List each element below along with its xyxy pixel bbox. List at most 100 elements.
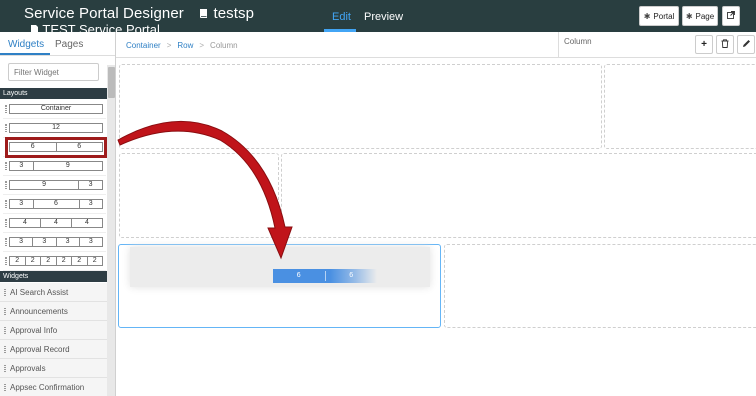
layout-cell: 4: [71, 219, 102, 227]
breadcrumb-separator: >: [166, 41, 172, 50]
drag-handle-icon[interactable]: [4, 384, 6, 391]
widget-label: Approval Info: [10, 326, 58, 335]
page-button-label: Page: [695, 11, 715, 21]
portal-button-label: Portal: [653, 11, 675, 21]
layout-cell: 2: [24, 257, 41, 265]
layout-2-2-2-2-2-2[interactable]: 2 2 2 2 2 2: [3, 252, 106, 271]
external-link-icon: [727, 11, 735, 21]
layout-cell: 2: [40, 257, 56, 265]
layout-cell: 4: [23, 219, 27, 226]
top-bar: Service Portal Designer testsp TEST Serv…: [0, 0, 756, 32]
layouts-section-header: Layouts: [0, 88, 107, 99]
gear-icon: ✱: [643, 11, 651, 21]
book-icon: [198, 5, 209, 22]
sidebar-tab-indicator: [0, 53, 50, 55]
layout-cell: 6: [32, 200, 79, 208]
delete-button[interactable]: [716, 35, 734, 54]
layout-cell: 3: [32, 238, 55, 246]
layout-9-3[interactable]: 9 3: [3, 176, 106, 195]
layout-4-4-4[interactable]: 4 4 4: [3, 214, 106, 233]
widget-item[interactable]: Approval Info: [0, 321, 107, 340]
sidebar-scroll-thumb[interactable]: [108, 67, 115, 98]
open-external-button[interactable]: [722, 6, 740, 26]
tab-pages[interactable]: Pages: [55, 39, 83, 50]
sidebar-scrollbar[interactable]: [107, 65, 115, 396]
drag-handle-icon[interactable]: [4, 327, 6, 334]
portal-name[interactable]: testsp: [213, 5, 254, 22]
drag-handle-icon[interactable]: [5, 257, 7, 265]
drop-column[interactable]: [604, 64, 756, 149]
highlighted-layout-box: [5, 137, 107, 158]
drag-handle-icon[interactable]: [4, 365, 6, 372]
portal-settings-button[interactable]: ✱ Portal: [639, 6, 679, 26]
tab-edit[interactable]: Edit: [332, 11, 351, 23]
document-icon: [30, 22, 42, 32]
app-title-text: Service Portal Designer: [24, 5, 184, 22]
widget-item[interactable]: Approval Record: [0, 340, 107, 359]
drop-column[interactable]: [119, 64, 602, 149]
widget-sidebar: Widgets Pages Layouts Container 12 6 6 3…: [0, 32, 116, 396]
drag-handle-icon[interactable]: [5, 162, 7, 170]
widgets-section-header: Widgets: [0, 271, 107, 282]
drag-handle-icon[interactable]: [5, 105, 7, 113]
layout-cell: 3: [19, 162, 24, 169]
pencil-icon: [742, 39, 751, 50]
dragged-layout-preview: 6 6: [273, 269, 377, 283]
widget-item[interactable]: Announcements: [0, 302, 107, 321]
layout-cell: 2: [71, 257, 87, 265]
edit-button[interactable]: [737, 35, 755, 54]
layout-3-3-3-3[interactable]: 3 3 3 3: [3, 233, 106, 252]
drop-column[interactable]: [444, 244, 756, 328]
widget-item[interactable]: Approvals: [0, 359, 107, 378]
layout-cell: Container: [40, 105, 72, 112]
widget-label: Appsec Confirmation: [10, 383, 85, 392]
tab-widgets[interactable]: Widgets: [8, 39, 44, 50]
drag-handle-icon[interactable]: [4, 289, 6, 296]
drop-column[interactable]: [281, 153, 756, 238]
drag-handle-icon[interactable]: [5, 200, 7, 208]
sidebar-tabs: Widgets Pages: [0, 32, 115, 56]
layout-cell: 3: [78, 200, 103, 208]
widget-label: AI Search Assist: [10, 288, 69, 297]
layout-12[interactable]: 12: [3, 119, 106, 138]
layout-cell: 3: [55, 238, 79, 246]
filter-widget-input[interactable]: [8, 63, 99, 81]
layout-cell: 3: [19, 238, 24, 245]
drop-column[interactable]: [119, 153, 279, 238]
preview-cell: 6: [324, 271, 378, 281]
layout-3-6-3[interactable]: 3 6 3: [3, 195, 106, 214]
drag-handle-icon[interactable]: [5, 238, 7, 246]
preview-cell: 6: [296, 272, 301, 279]
layout-container[interactable]: Container: [3, 100, 106, 119]
breadcrumb-container[interactable]: Container: [126, 41, 161, 50]
layout-cell: 2: [55, 257, 72, 265]
layout-cell: 9: [32, 162, 102, 170]
layout-cell: 12: [52, 124, 60, 131]
add-button[interactable]: +: [695, 35, 713, 54]
layout-cell: 2: [86, 257, 103, 265]
page-settings-button[interactable]: ✱ Page: [682, 6, 718, 26]
drag-handle-icon[interactable]: [5, 219, 7, 227]
app-title: Service Portal Designer testsp: [24, 5, 254, 22]
widget-item[interactable]: AI Search Assist: [0, 283, 107, 302]
portal-subtitle[interactable]: TEST Service Portal: [30, 22, 160, 32]
drag-handle-icon[interactable]: [5, 181, 7, 189]
breadcrumb-row[interactable]: Row: [177, 41, 193, 50]
drag-handle-icon[interactable]: [4, 346, 6, 353]
layout-cell: 3: [78, 238, 102, 246]
tab-preview[interactable]: Preview: [364, 11, 403, 23]
drag-handle-icon[interactable]: [5, 124, 7, 132]
plus-icon: +: [701, 39, 707, 50]
layout-3-9[interactable]: 3 9: [3, 157, 106, 176]
widget-item[interactable]: Appsec Confirmation: [0, 378, 107, 396]
layout-cell: 3: [78, 181, 102, 189]
widget-label: Approval Record: [10, 345, 70, 354]
layout-cell: 4: [40, 219, 71, 227]
portal-subtitle-text: TEST Service Portal: [42, 22, 160, 32]
gear-icon: ✱: [685, 11, 693, 21]
page-canvas: 6 6: [117, 58, 756, 396]
layout-cell: 9: [42, 181, 47, 188]
layout-cell: 2: [15, 257, 20, 264]
drag-handle-icon[interactable]: [4, 308, 6, 315]
layout-cell: 3: [19, 200, 24, 207]
